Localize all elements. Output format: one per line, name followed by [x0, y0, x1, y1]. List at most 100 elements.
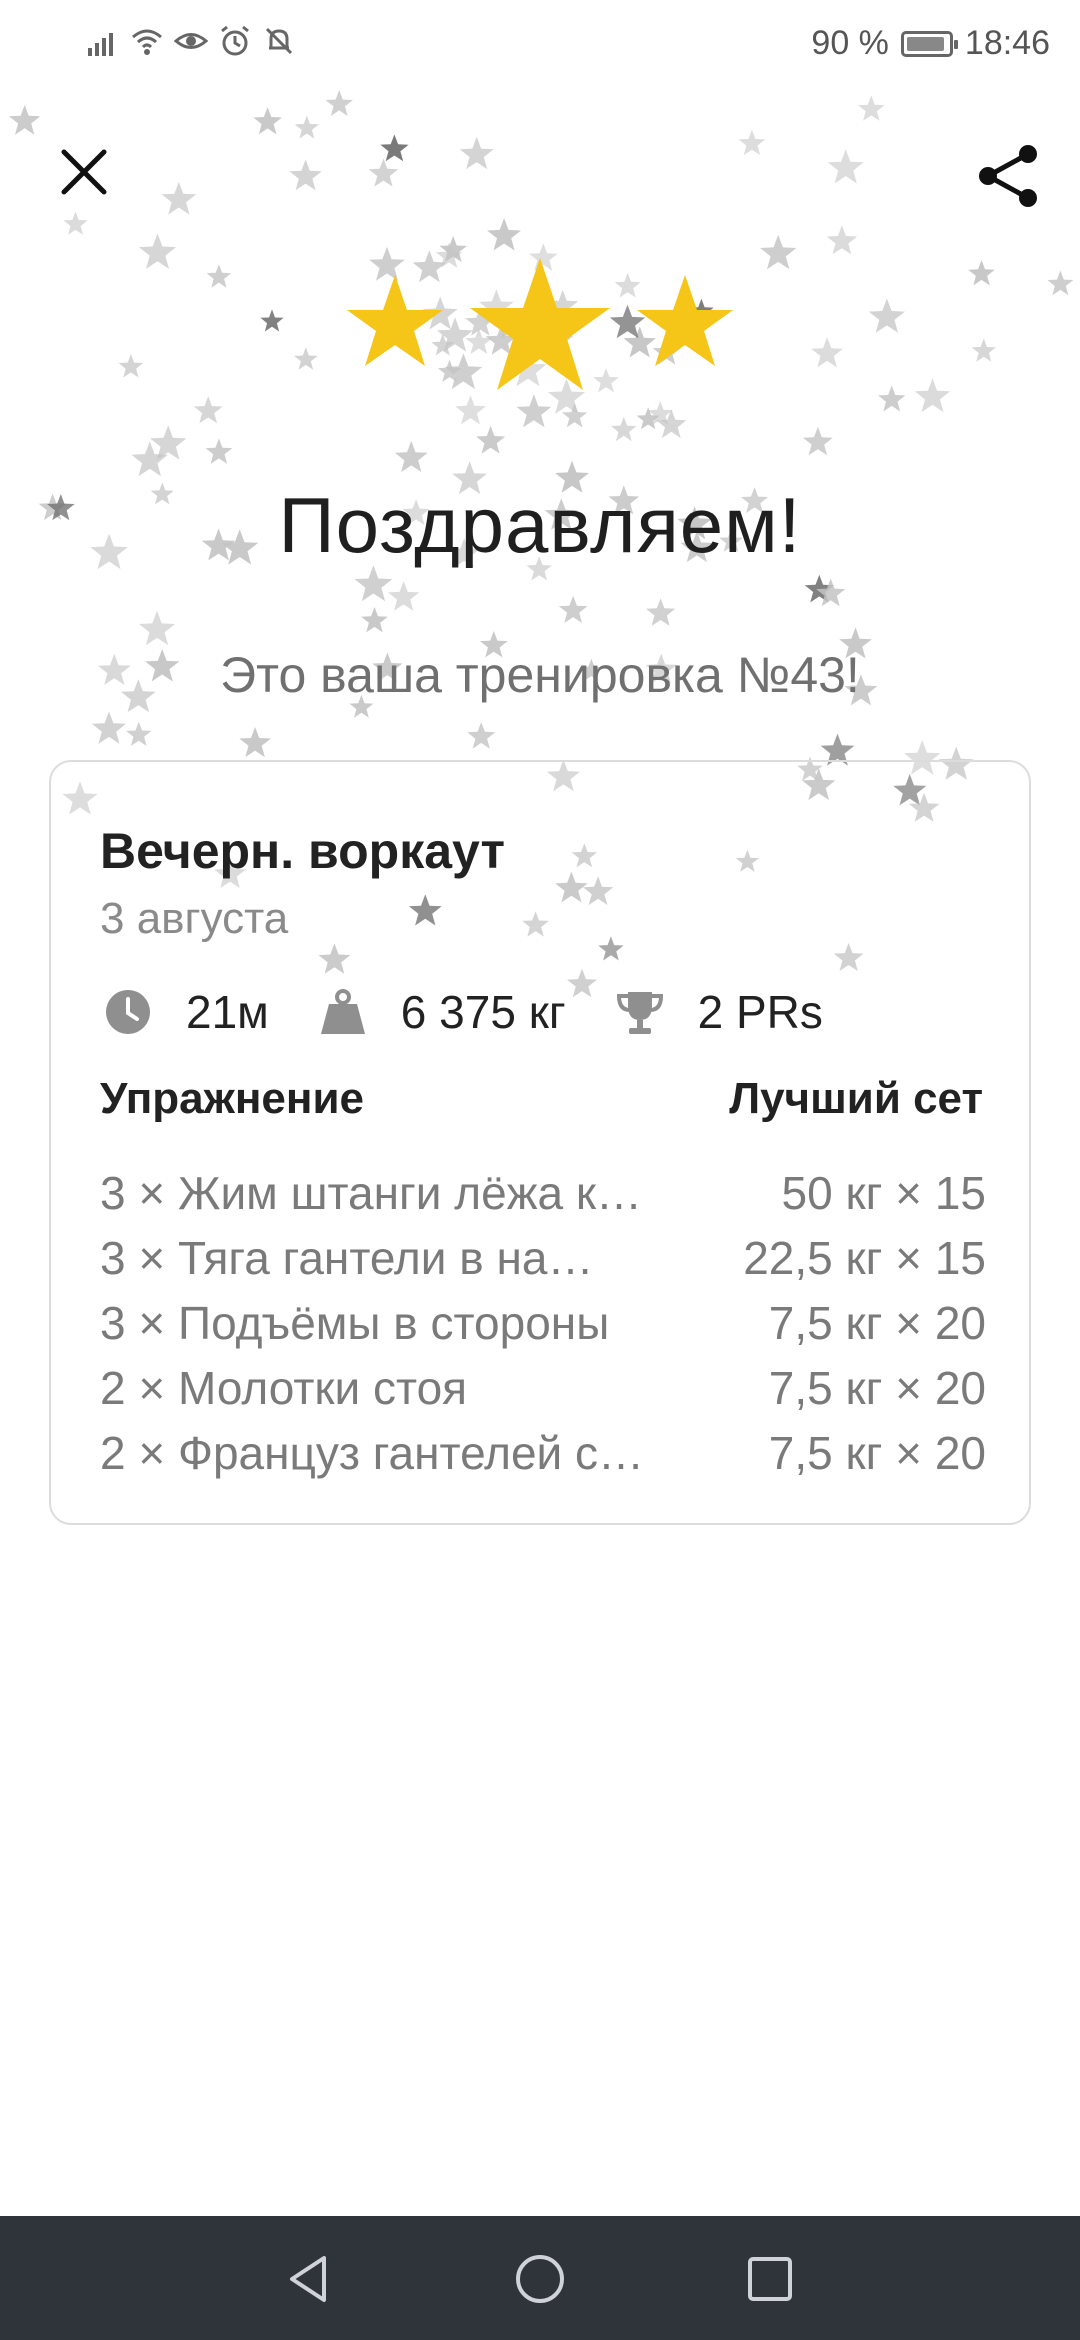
confetti-star — [971, 338, 996, 362]
stat-duration: 21м — [100, 984, 269, 1040]
battery-icon — [900, 30, 958, 57]
exercise-name: 3 × Тяга гантели в на… — [100, 1231, 594, 1284]
confetti-star — [816, 578, 846, 607]
confetti-star — [63, 211, 88, 235]
exercise-name: 2 × Француз гантелей с… — [100, 1426, 645, 1479]
confetti-star — [9, 104, 41, 135]
rating-star-center — [470, 258, 610, 390]
confetti-star — [206, 264, 232, 288]
confetti-star — [126, 721, 152, 746]
confetti-star — [394, 440, 428, 473]
system-navigation-bar — [0, 2216, 1080, 2340]
alarm-icon — [221, 25, 249, 56]
confetti-star — [368, 158, 399, 187]
confetti-star — [459, 136, 494, 170]
exercise-best-set: 22,5 кг × 15 — [743, 1231, 986, 1284]
confetti-star — [380, 134, 409, 162]
clock-time: 18:46 — [964, 24, 1050, 62]
confetti-star — [467, 722, 496, 749]
confetti-star — [139, 610, 176, 646]
status-icons-left — [86, 24, 296, 58]
bell-off-icon — [265, 27, 293, 55]
confetti-star — [802, 426, 833, 456]
confetti-star — [476, 425, 506, 454]
confetti-star — [760, 234, 797, 270]
confetti-star — [804, 574, 834, 603]
prs-value: 2 PRs — [697, 986, 823, 1038]
exercise-row: 2 × Француз гантелей с… 7,5 кг × 20 — [100, 1420, 986, 1485]
confetti-star — [239, 727, 271, 758]
confetti-star — [138, 233, 177, 269]
exercise-name: 3 × Подъёмы в стороны — [100, 1296, 610, 1349]
exercise-list: 3 × Жим штанги лёжа к… 50 кг × 15 3 × Тя… — [100, 1160, 986, 1485]
stat-volume: 6 375 кг — [315, 984, 566, 1040]
exercise-row: 2 × Молотки стоя 7,5 кг × 20 — [100, 1355, 986, 1420]
exercise-row: 3 × Подъёмы в стороны 7,5 кг × 20 — [100, 1290, 986, 1355]
duration-value: 21м — [186, 986, 269, 1038]
exercise-best-set: 50 кг × 15 — [781, 1166, 986, 1219]
clock-icon — [106, 990, 150, 1034]
battery-percent: 90 % — [811, 24, 889, 62]
eye-icon — [174, 33, 208, 49]
confetti-star — [558, 595, 588, 623]
confetti-star — [914, 378, 951, 413]
rating-star-left — [347, 275, 443, 366]
confetti-star — [878, 385, 906, 412]
wifi-icon — [132, 29, 162, 55]
exercise-best-set: 7,5 кг × 20 — [768, 1426, 986, 1479]
confetti-star — [738, 129, 766, 156]
home-circle-icon[interactable] — [511, 2250, 569, 2308]
confetti-star — [294, 347, 318, 370]
back-triangle-icon[interactable] — [280, 2250, 338, 2308]
exercise-best-set: 7,5 кг × 20 — [768, 1361, 986, 1414]
exercise-row: 3 × Жим штанги лёжа к… 50 кг × 15 — [100, 1160, 986, 1225]
confetti-star — [131, 441, 168, 477]
recents-square-icon[interactable] — [741, 2250, 799, 2308]
confetti-star — [1047, 270, 1074, 296]
confetti-star — [150, 425, 187, 460]
confetti-star — [827, 149, 864, 184]
workout-date: 3 августа — [100, 894, 289, 943]
stat-prs: 2 PRs — [612, 984, 823, 1040]
workout-complete-screen: 90 % 18:46 Поздравляем! Это ваша трениро… — [0, 0, 1080, 2340]
confetti-star — [205, 438, 233, 464]
volume-value: 6 375 кг — [400, 986, 566, 1038]
share-icon[interactable] — [972, 140, 1044, 212]
confetti-star — [858, 95, 885, 121]
confetti-star — [361, 607, 388, 633]
weight-icon — [320, 989, 365, 1034]
confetti-star — [646, 598, 676, 626]
confetti-star — [868, 298, 905, 333]
close-icon[interactable] — [52, 140, 116, 204]
exercise-row: 3 × Тяга гантели в на… 22,5 кг × 15 — [100, 1225, 986, 1290]
column-header-exercise: Упражнение — [100, 1074, 364, 1123]
confetti-star — [193, 396, 223, 424]
page-title: Поздравляем! — [278, 481, 802, 569]
column-header-best-set: Лучший сет — [729, 1074, 983, 1123]
confetti-star — [826, 225, 858, 255]
signal-icon — [88, 33, 113, 56]
workout-stats: 21м 6 375 кг 2 PRs — [100, 972, 869, 1052]
confetti-star — [289, 159, 322, 191]
status-bar: 90 % 18:46 — [0, 0, 1080, 90]
confetti-star — [161, 181, 197, 215]
confetti-star — [811, 337, 843, 368]
exercise-best-set: 7,5 кг × 20 — [768, 1296, 986, 1349]
exercise-name: 2 × Молотки стоя — [100, 1361, 468, 1414]
confetti-star — [968, 260, 995, 286]
exercise-name: 3 × Жим штанги лёжа к… — [100, 1166, 642, 1219]
trophy-icon — [616, 992, 663, 1034]
workout-title: Вечерн. воркаут — [100, 823, 505, 879]
rating-stars — [347, 258, 733, 390]
confetti-star — [91, 711, 126, 744]
confetti-star — [325, 90, 353, 116]
confetti-star — [253, 107, 282, 135]
confetti-star — [260, 309, 284, 332]
rating-star-right — [637, 275, 733, 366]
confetti-star — [294, 115, 319, 139]
confetti-star — [388, 581, 420, 611]
workout-number-text: Это ваша тренировка №43! — [220, 647, 860, 703]
confetti-star — [118, 354, 144, 378]
status-icons-right: 90 % 18:46 — [811, 24, 1050, 63]
workout-summary-card[interactable]: Вечерн. воркаут 3 августа 21м 6 375 кг 2… — [49, 760, 1031, 1525]
